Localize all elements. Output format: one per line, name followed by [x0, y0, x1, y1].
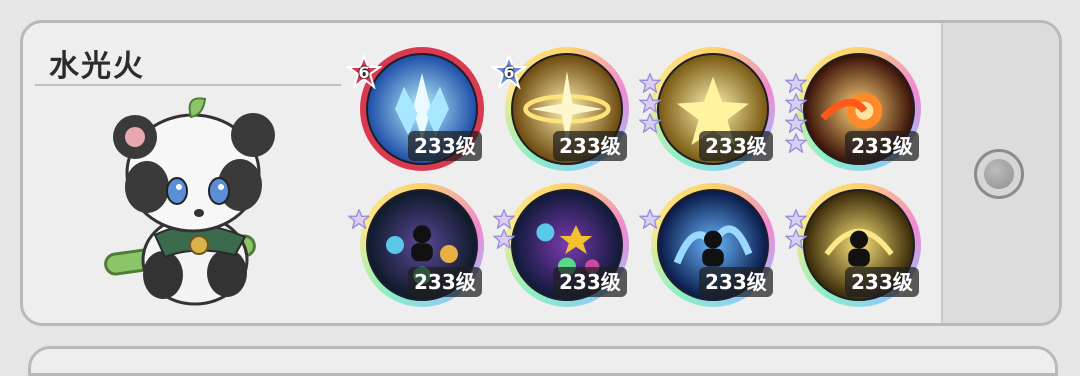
skill-level-label: 233级 [408, 131, 482, 161]
small-star-icon [493, 229, 515, 249]
title-divider [35, 84, 341, 86]
toggle-button[interactable] [974, 149, 1024, 199]
skill-level-label: 233级 [553, 267, 627, 297]
next-card-edge [28, 346, 1058, 376]
side-panel [941, 23, 1059, 323]
small-star-icon [785, 73, 807, 93]
badge-number: 6 [358, 63, 370, 82]
small-star-icon [785, 133, 807, 153]
star-stack [785, 73, 807, 153]
skill-slot[interactable]: 233级 [785, 183, 921, 307]
star-rank-badge: 6 [489, 53, 529, 90]
skill-level-label: 233级 [699, 267, 773, 297]
small-star-icon [348, 209, 370, 229]
skill-level-label: 233级 [408, 267, 482, 297]
skill-slot[interactable]: 233级 [785, 47, 921, 171]
skill-slot[interactable]: 233级 [639, 47, 775, 171]
small-star-icon [639, 113, 661, 133]
panda-pet-icon[interactable] [95, 95, 285, 315]
star-stack [639, 73, 661, 133]
skill-level-label: 233级 [845, 267, 919, 297]
star-stack [348, 209, 370, 229]
star-stack [493, 209, 515, 249]
small-star-icon [785, 113, 807, 133]
small-star-icon [785, 209, 807, 229]
small-star-icon [639, 73, 661, 93]
small-star-icon [493, 209, 515, 229]
small-star-icon [639, 93, 661, 113]
star-stack [785, 209, 807, 249]
star-stack [639, 209, 661, 229]
small-star-icon [785, 229, 807, 249]
skill-level-label: 233级 [845, 131, 919, 161]
skill-level-label: 233级 [699, 131, 773, 161]
skill-slot[interactable]: 233级 [639, 183, 775, 307]
skill-slot[interactable]: 233级 6 [344, 47, 484, 171]
star-rank-badge: 6 [344, 53, 384, 90]
skill-level-label: 233级 [553, 131, 627, 161]
skill-slot[interactable]: 233级 6 [489, 47, 629, 171]
badge-number: 6 [503, 63, 515, 82]
small-star-icon [639, 209, 661, 229]
team-title: 水光火 [49, 49, 145, 84]
skill-slot[interactable]: 233级 [493, 183, 629, 307]
team-card: 水光火 233级 6 233级 6 233级 233级 233级 233级 233级 233级 [20, 20, 1062, 326]
small-star-icon [785, 93, 807, 113]
skill-slot[interactable]: 233级 [348, 183, 484, 307]
